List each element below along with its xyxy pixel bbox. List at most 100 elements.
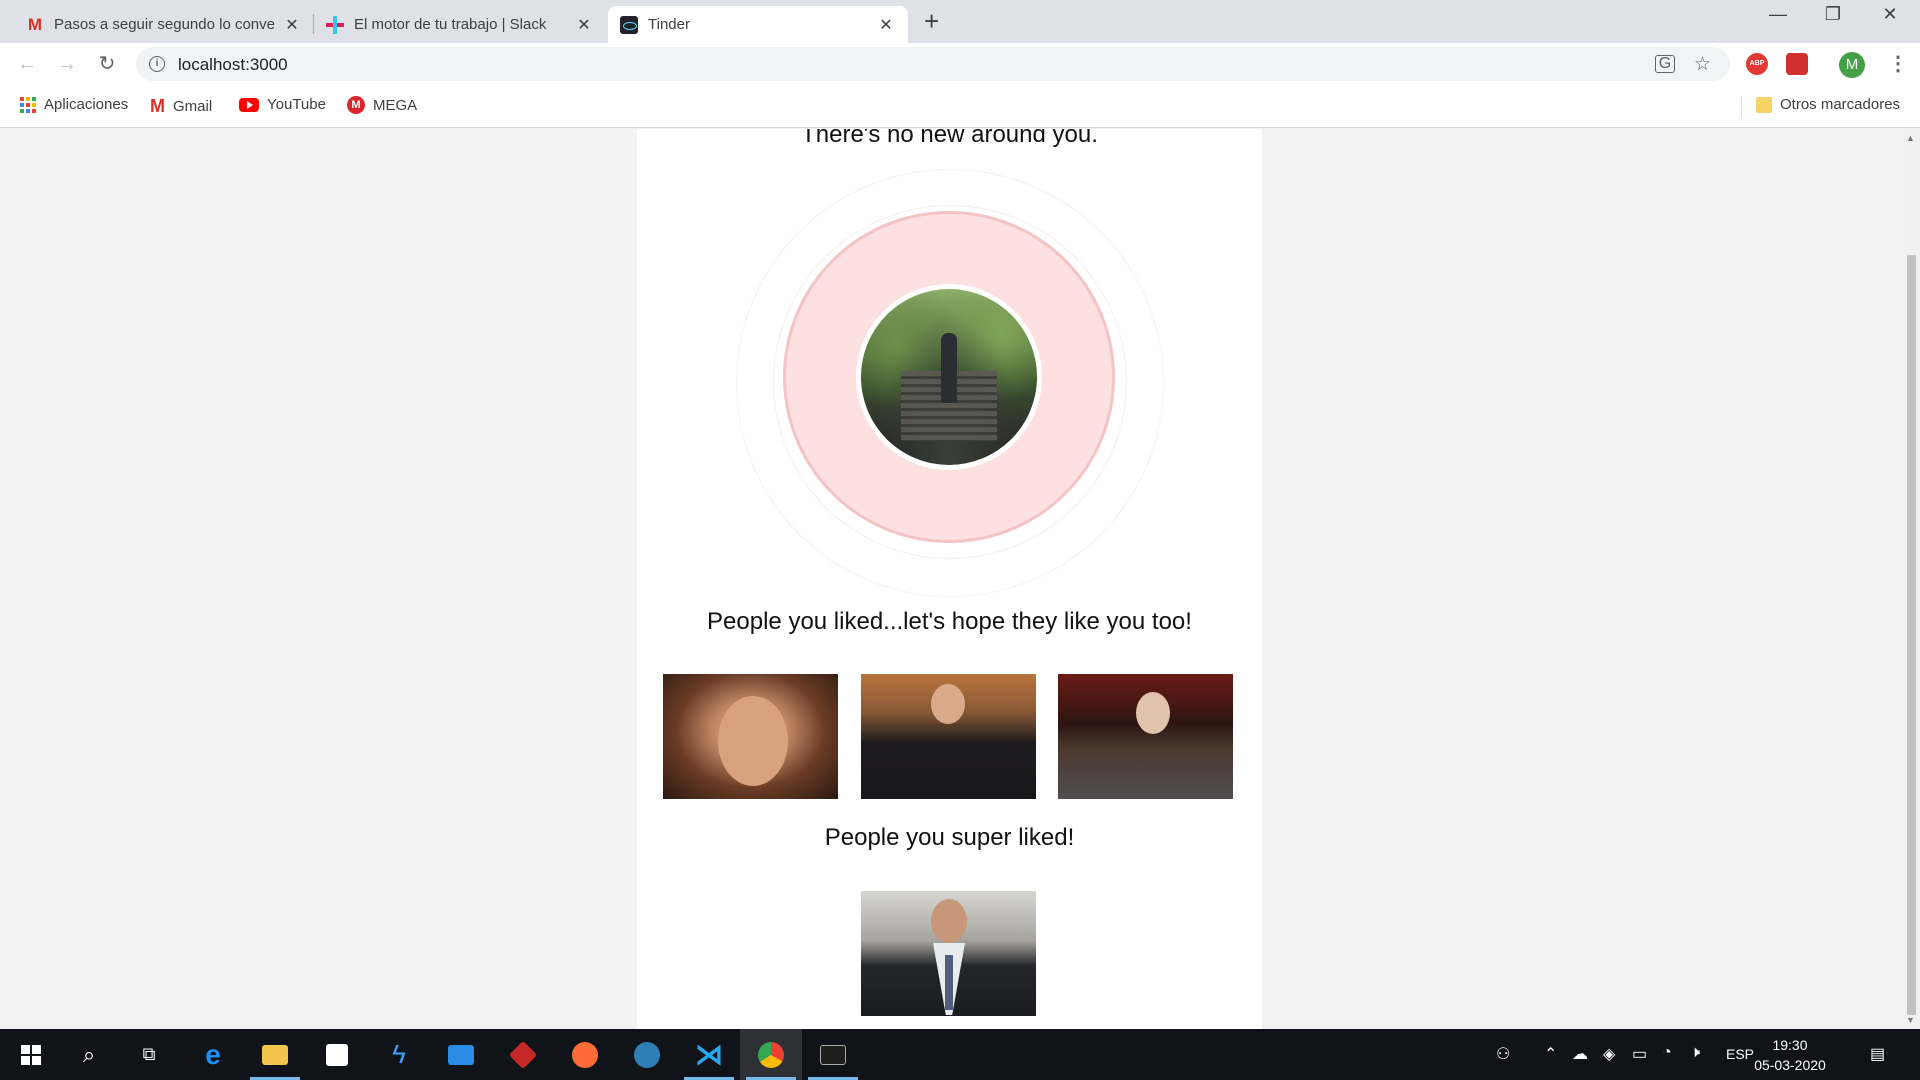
- people-icon[interactable]: ⚇: [1496, 1044, 1510, 1064]
- star-icon[interactable]: ☆: [1694, 53, 1711, 76]
- bookmark-other[interactable]: Otros marcadores: [1756, 96, 1900, 113]
- start-icon: [21, 1044, 41, 1065]
- search-button[interactable]: ⌕: [58, 1029, 120, 1080]
- liked-profile-photo[interactable]: [663, 674, 838, 799]
- page-viewport: There's no new around you. People you li…: [0, 129, 1920, 1029]
- liked-profile-photo[interactable]: [1058, 674, 1233, 799]
- taskbar-vscode[interactable]: ⋊: [678, 1029, 740, 1080]
- youtube-icon: [239, 97, 259, 112]
- scroll-down-icon[interactable]: ▼: [1906, 1015, 1915, 1025]
- vs-icon: ϟ: [392, 1039, 406, 1069]
- gmail-icon: M: [150, 96, 165, 116]
- taskbar-xampp[interactable]: [616, 1029, 678, 1080]
- liked-profile-photo[interactable]: [861, 674, 1036, 799]
- start-button[interactable]: [0, 1029, 62, 1080]
- address-bar[interactable]: i localhost:3000 G ☆: [136, 47, 1730, 81]
- task-view-button[interactable]: ⧉: [118, 1029, 180, 1080]
- back-button[interactable]: ←: [14, 51, 40, 77]
- super-liked-heading: People you super liked!: [824, 824, 1075, 851]
- extension-icon[interactable]: [1786, 53, 1808, 75]
- tab-gmail[interactable]: M Pasos a seguir segundo lo conve ✕: [14, 6, 314, 43]
- search-icon: ⌕: [82, 1041, 96, 1067]
- bookmark-label: Otros marcadores: [1780, 96, 1901, 113]
- scroll-up-icon[interactable]: ▲: [1906, 133, 1915, 143]
- no-new-text: There's no new around you.: [801, 129, 1098, 148]
- content-column: There's no new around you. People you li…: [637, 129, 1262, 1029]
- store-icon: [326, 1043, 348, 1066]
- bookmark-label: Gmail: [173, 98, 213, 115]
- apps-grid-icon: [20, 96, 36, 113]
- photo-tie: [945, 955, 953, 1010]
- taskbar-visual-studio[interactable]: ϟ: [368, 1029, 430, 1080]
- notifications-icon[interactable]: ▤: [1870, 1044, 1885, 1064]
- edge-icon: e: [205, 1038, 221, 1070]
- close-icon[interactable]: ✕: [876, 15, 896, 35]
- url-text[interactable]: localhost:3000: [178, 55, 288, 75]
- bookmark-youtube[interactable]: YouTube: [239, 96, 326, 113]
- taskbar-edge[interactable]: e: [182, 1029, 244, 1080]
- volume-muted-icon[interactable]: 🕨: [1690, 1044, 1700, 1062]
- terminal-icon: [820, 1044, 846, 1065]
- browser-toolbar: ← → ↻ i localhost:3000 G ☆ ABP M ⋮: [0, 43, 1920, 85]
- bookmark-gmail[interactable]: M Gmail: [150, 96, 212, 117]
- mega-icon: M: [347, 96, 365, 114]
- close-icon[interactable]: ✕: [282, 15, 302, 35]
- bookmarks-divider: [1741, 96, 1742, 118]
- photo-face: [931, 684, 965, 724]
- info-icon[interactable]: i: [149, 56, 165, 72]
- bookmark-label: YouTube: [267, 96, 326, 113]
- restore-button[interactable]: ❐: [1813, 4, 1853, 25]
- translate-icon[interactable]: G: [1655, 55, 1675, 73]
- app-icon: [508, 1040, 538, 1069]
- battery-icon[interactable]: ▭: [1632, 1044, 1647, 1064]
- taskbar-chrome[interactable]: [740, 1029, 802, 1080]
- bookmark-label: Aplicaciones: [44, 96, 129, 113]
- reload-button[interactable]: ↻: [94, 51, 120, 77]
- onedrive-icon[interactable]: ☁: [1572, 1044, 1588, 1064]
- forward-button[interactable]: →: [54, 51, 80, 77]
- vscode-icon: ⋊: [695, 1039, 723, 1070]
- system-clock[interactable]: 19:30 05-03-2020: [1748, 1035, 1832, 1075]
- taskbar-app[interactable]: [492, 1029, 554, 1080]
- tab-slack[interactable]: El motor de tu trabajo | Slack ✕: [314, 6, 606, 43]
- tab-title: Tinder: [648, 16, 690, 33]
- xampp-icon: [634, 1041, 660, 1068]
- avatar-person: [941, 333, 957, 403]
- react-icon: [620, 15, 638, 34]
- profile-avatar[interactable]: M: [1839, 52, 1865, 78]
- chrome-icon: [758, 1041, 784, 1068]
- minimize-button[interactable]: —: [1758, 4, 1798, 25]
- bookmarks-bar: Aplicaciones M Gmail YouTube M MEGA Otro…: [0, 85, 1920, 128]
- user-avatar[interactable]: [861, 289, 1037, 465]
- adblock-icon[interactable]: ABP: [1746, 53, 1768, 75]
- dropbox-icon[interactable]: ◈: [1603, 1044, 1615, 1064]
- taskbar-mail[interactable]: [430, 1029, 492, 1080]
- taskbar-store[interactable]: [306, 1029, 368, 1080]
- liked-heading: People you liked...let's hope they like …: [707, 608, 1192, 635]
- bookmark-aplicaciones[interactable]: Aplicaciones: [20, 96, 128, 113]
- photo-face: [931, 899, 967, 943]
- tab-tinder[interactable]: Tinder ✕: [608, 6, 908, 43]
- photo-face: [1136, 692, 1170, 734]
- chevron-up-icon[interactable]: ⌃: [1544, 1044, 1557, 1064]
- postman-icon: [572, 1041, 598, 1068]
- clock-time: 19:30: [1772, 1037, 1808, 1053]
- clock-date: 05-03-2020: [1754, 1057, 1826, 1073]
- window-close-button[interactable]: ✕: [1870, 4, 1910, 25]
- menu-icon[interactable]: ⋮: [1888, 51, 1908, 76]
- photo-face: [718, 696, 788, 786]
- windows-taskbar: ⌕ ⧉ e ϟ ⋊ ⚇ ⌃ ☁ ◈ ▭ ◔ 🕨 ESP 19:30 05-03-: [0, 1029, 1920, 1080]
- mail-icon: [448, 1044, 474, 1065]
- new-tab-button[interactable]: +: [924, 8, 939, 34]
- vertical-scrollbar[interactable]: ▲ ▼: [1903, 129, 1920, 1029]
- taskbar-terminal[interactable]: [802, 1029, 864, 1080]
- super-liked-profile-photo[interactable]: [861, 891, 1036, 1016]
- gmail-icon: M: [27, 14, 43, 34]
- wifi-icon[interactable]: ◔: [1662, 1044, 1672, 1062]
- taskbar-file-explorer[interactable]: [244, 1029, 306, 1080]
- scroll-thumb[interactable]: [1907, 255, 1916, 1015]
- bookmark-mega[interactable]: M MEGA: [347, 96, 417, 114]
- close-icon[interactable]: ✕: [574, 15, 594, 35]
- task-view-icon: ⧉: [142, 1044, 156, 1064]
- taskbar-postman[interactable]: [554, 1029, 616, 1080]
